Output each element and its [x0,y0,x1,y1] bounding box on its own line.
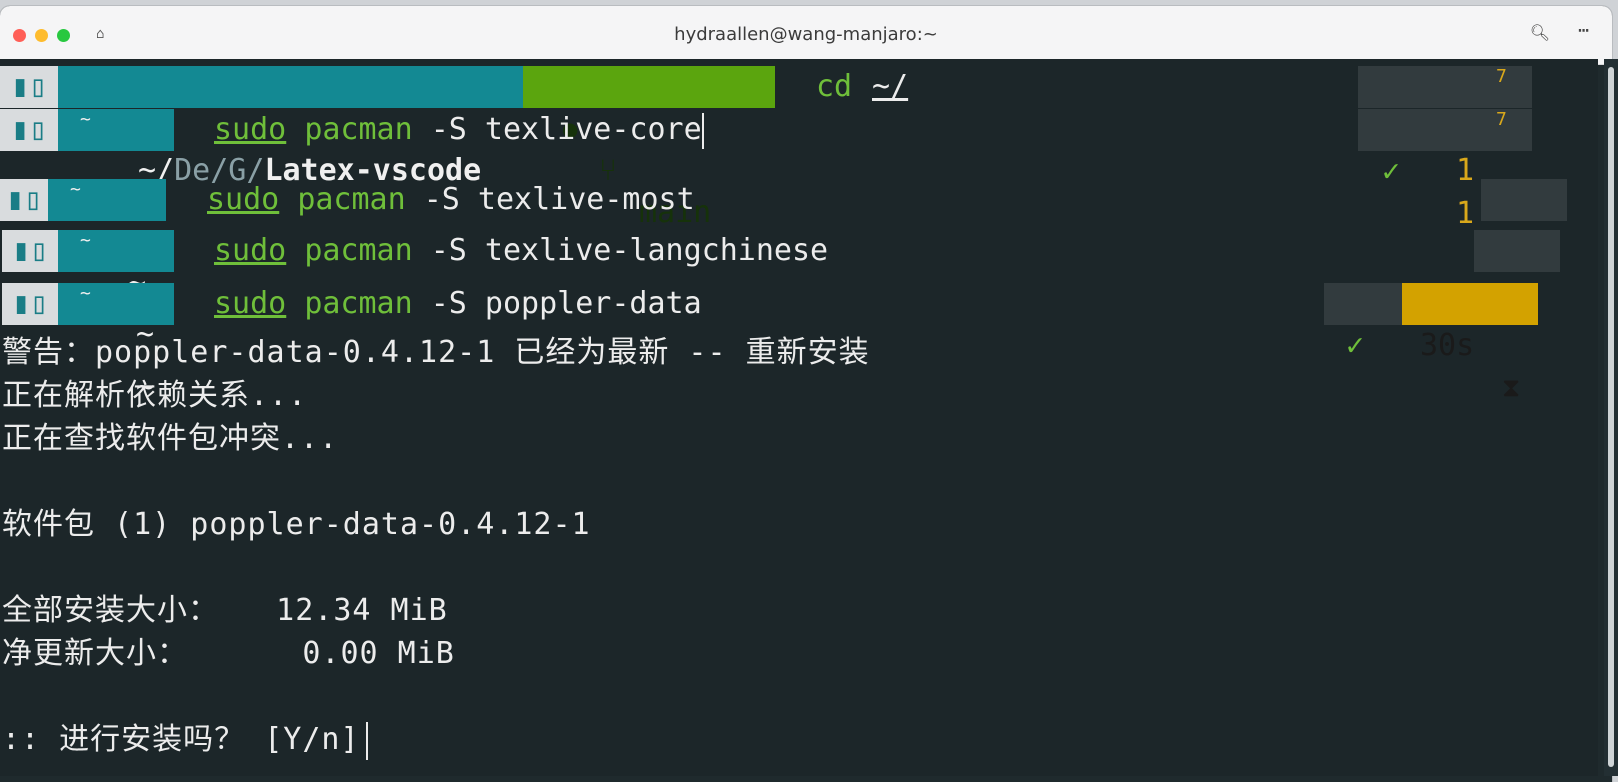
command-pacman: pacman [304,286,413,321]
home-sup: ~ [70,179,81,200]
job-sup: 7 [1496,109,1507,130]
manjaro-icon: ▮▯ [2,283,58,325]
manjaro-icon: ▮▯ [0,109,58,151]
text-cursor [701,112,704,149]
home-segment: ~ ~ [58,230,174,352]
scrollbar[interactable] [1604,59,1618,776]
output-line-8: 净更新大小： 0.00 MiB [2,636,455,671]
prompt-row-3: ▮▯ ~ ~ sudo pacman -S texlive-most ✓ [0,179,1598,301]
more-icon[interactable]: ⋯ [1578,20,1590,41]
terminal-content[interactable]: ▮▯ ▰ ~/De/G/Latex-vscode ● ⑂ main cd ~/ … [0,59,1598,776]
command-pacman: pacman [304,112,413,147]
command-sudo: sudo [214,112,287,147]
manjaro-icon: ▮▯ [0,66,58,108]
home-segment: ~ ~ [58,283,174,405]
hourglass-icon: ⧗ [1502,373,1521,403]
install-prompt[interactable]: :: 进行安装吗？ [Y/n] [2,714,368,760]
home-sup: ~ [80,109,91,130]
status-segment: ✓ 1 7 [1358,109,1532,231]
path-segment: ▰ ~/De/G/Latex-vscode [58,66,523,188]
manjaro-icon: ▮▯ [0,179,48,221]
command-args: -S texlive-langchinese [412,233,829,268]
command-args: -S poppler-data [412,286,702,321]
command-args: -S texlive-most [405,182,695,217]
home-sup: ~ [80,230,91,251]
command-sudo: sudo [214,233,287,268]
prompt-row-5: ▮▯ ~ ~ sudo pacman -S poppler-data ✓ 30s… [0,283,1598,405]
command-args: -S texlive-core [412,112,702,147]
status-segment: ✓ [1474,230,1560,310]
prompt-row-1: ▮▯ ▰ ~/De/G/Latex-vscode ● ⑂ main cd ~/ … [0,66,1598,230]
output-line-2: 正在解析依赖关系... [2,378,308,413]
job-sup: 7 [1496,66,1507,87]
command-sudo: sudo [214,286,287,321]
prompt-row-4: ▮▯ ~ ~ sudo pacman -S texlive-langchines… [0,230,1598,352]
status-segment: ✓ [1324,283,1402,363]
command-duration: 30s [1420,328,1475,363]
git-segment: ● ⑂ main [523,66,775,230]
search-icon[interactable]: 🔍︎ [1530,23,1550,42]
window-title: hydraallen@wang-manjaro:~ [674,24,938,45]
status-check-icon: ✓ [1346,328,1365,363]
output-line-3: 正在查找软件包冲突... [2,421,339,456]
title-bar: ⌂ hydraallen@wang-manjaro:~ 🔍︎ ⋯ [0,6,1612,65]
prompt-row-2: ▮▯ ~ ~ sudo pacman -S texlive-core ✓ 1 7 [0,109,1598,231]
home-segment: ~ ~ [48,179,166,301]
command-cd: cd [816,69,853,104]
install-prompt-text: :: 进行安装吗？ [Y/n] [2,722,360,757]
command-pacman: pacman [304,233,413,268]
duration-segment: 30s ⧗ [1402,283,1538,403]
status-segment: ✓ [1481,179,1567,259]
scrollbar-thumb[interactable] [1608,67,1614,767]
output-line-5: 软件包 (1) poppler-data-0.4.12-1 [2,507,591,542]
manjaro-icon: ▮▯ [2,230,58,272]
output-line-7: 全部安装大小： 12.34 MiB [2,593,448,628]
output-line-1: 警告：poppler-data-0.4.12-1 已经为最新 -- 重新安装 [2,335,870,370]
command-arg: ~/ [872,69,909,104]
command-pacman: pacman [297,182,406,217]
text-cursor [365,721,368,760]
home-sup: ~ [80,283,91,304]
home-segment: ~ ~ [58,109,174,231]
command-sudo: sudo [207,182,280,217]
